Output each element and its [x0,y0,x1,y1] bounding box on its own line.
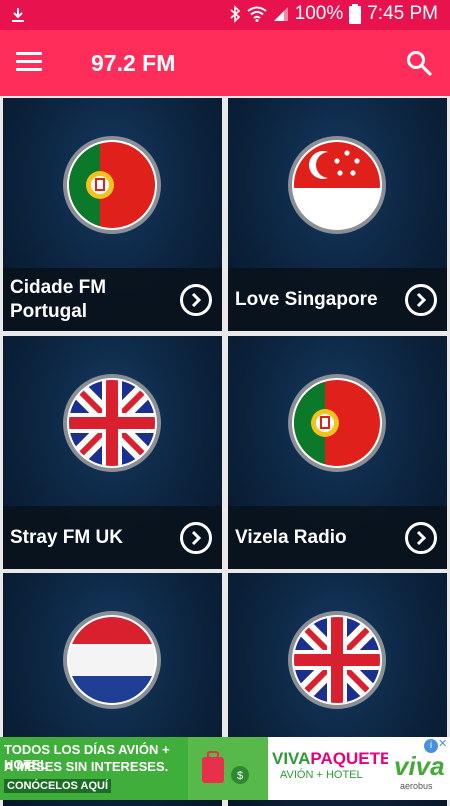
station-name: Stray FM UK [10,526,123,548]
search-icon[interactable] [406,50,432,76]
chevron-right-icon[interactable] [405,284,437,316]
station-caption: Stray FM UK [3,506,222,569]
clock: 7:45 PM [367,3,438,24]
station-caption: Vizela Radio [228,506,447,569]
ad-brand: VIVAPAQUETES AVIÓN + HOTEL [268,737,403,800]
ad-line-2: A MESES SIN INTERESES. [4,759,169,774]
status-bar: 100% 7:45 PM [0,0,450,30]
ad-banner[interactable]: TODOS LOS DÍAS AVIÓN + HOTEL A MESES SIN… [0,737,450,800]
suitcase-icon: $ [202,751,249,784]
ad-close-icon[interactable]: ✕ [438,737,450,751]
app-bar: 97.2 FM [0,30,450,96]
bluetooth-icon [230,5,240,23]
portugal-flag-icon [288,374,386,472]
portugal-flag-icon [63,136,161,234]
station-name: Love Singapore [235,288,378,310]
chevron-right-icon[interactable] [180,284,212,316]
download-icon [12,8,24,22]
ad-info-icon[interactable]: i [424,739,438,753]
station-card[interactable]: Vizela Radio [228,336,447,569]
station-caption: Cidade FM Portugal [3,268,222,331]
battery-icon [349,4,362,24]
station-caption: Love Singapore [228,268,447,331]
ad-cta[interactable]: CONÓCELOS AQUÍ [4,779,112,793]
station-card[interactable]: Cidade FM Portugal [3,98,222,331]
ad-brand-sub: AVIÓN + HOTEL [280,769,363,781]
chevron-right-icon[interactable] [180,522,212,554]
battery-level: 100% [294,3,344,24]
ad-image: $ [188,737,268,800]
singapore-flag-icon [288,136,386,234]
signal-icon [273,7,288,21]
chevron-right-icon[interactable] [405,522,437,554]
ad-logo-text: viva [394,751,445,781]
menu-icon[interactable] [16,52,42,72]
uk-flag-icon [63,374,161,472]
station-name: Cidade FM Portugal [10,276,107,322]
station-name: Vizela Radio [235,526,347,548]
wifi-icon [247,6,267,22]
uk-flag-icon [288,611,386,709]
station-card[interactable]: Stray FM UK [3,336,222,569]
ad-brand-viva: VIVA [272,749,311,768]
ad-logo-sub: aerobus [400,781,433,791]
page-title: 97.2 FM [91,50,176,76]
netherlands-flag-icon [63,611,161,709]
ad-copy: TODOS LOS DÍAS AVIÓN + HOTEL A MESES SIN… [0,737,195,800]
svg-text:$: $ [237,770,243,782]
station-card[interactable]: Love Singapore [228,98,447,331]
